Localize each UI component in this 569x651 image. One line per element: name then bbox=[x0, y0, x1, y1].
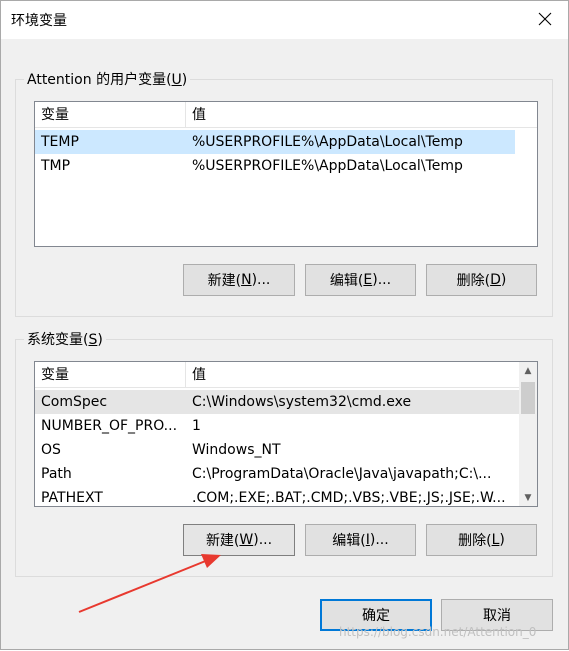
watermark: https://blog.csdn.net/Attention_0 bbox=[339, 625, 537, 639]
environment-variables-dialog: 环境变量 Attention 的用户变量(U) 变量 值 TEMP %USERP… bbox=[0, 0, 569, 650]
annotation-arrow-icon bbox=[78, 554, 221, 613]
